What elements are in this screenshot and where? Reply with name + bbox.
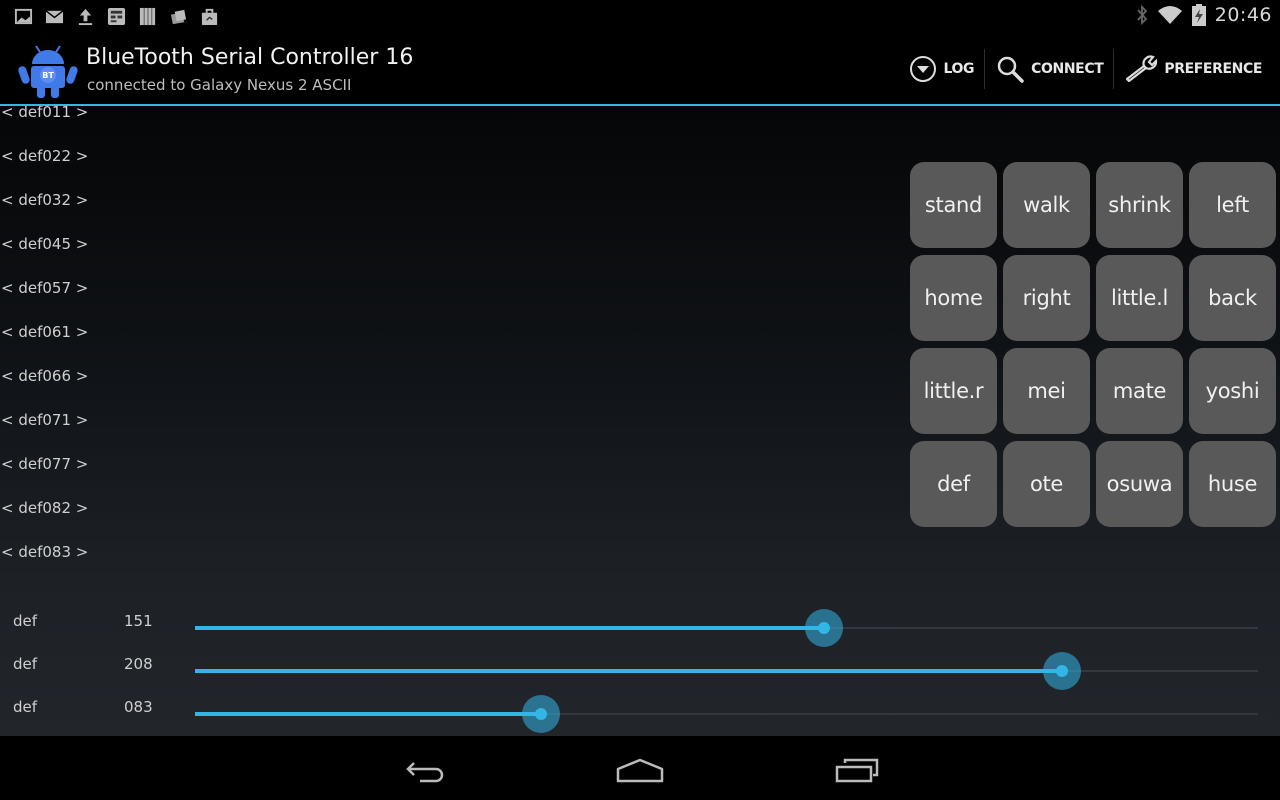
slider-thumb[interactable]: [521, 695, 560, 733]
log-label: LOG: [943, 61, 975, 77]
list-item[interactable]: < def045 >: [0, 222, 88, 266]
cmd-button-stand[interactable]: stand: [910, 162, 997, 248]
action-bar: BT BlueTooth Serial Controller 16 connec…: [0, 33, 1280, 105]
home-icon: [616, 758, 664, 783]
list-item[interactable]: < def077 >: [0, 442, 88, 486]
list-item[interactable]: < def066 >: [0, 354, 88, 398]
list-item[interactable]: < def011 >: [0, 106, 88, 134]
slider-row: def 083: [0, 692, 1280, 735]
nav-recent-apps-button[interactable]: [826, 750, 886, 790]
cmd-button-def[interactable]: def: [910, 441, 997, 527]
cmd-button-mate[interactable]: mate: [1096, 348, 1183, 434]
slider-track[interactable]: [195, 652, 1258, 690]
wifi-icon: [1157, 6, 1182, 24]
cmd-button-huse[interactable]: huse: [1189, 441, 1276, 527]
nav-back-button[interactable]: [394, 750, 454, 790]
cmd-button-right[interactable]: right: [1003, 255, 1090, 341]
back-icon: [406, 762, 444, 783]
slider-value: 151: [124, 612, 153, 630]
dropdown-circle-icon: [909, 56, 936, 82]
nav-home-button[interactable]: [610, 750, 670, 790]
system-status: 20:46: [1135, 4, 1272, 26]
app-title: BlueTooth Serial Controller 16: [86, 45, 414, 70]
slider-label: def: [13, 655, 38, 673]
list-item[interactable]: < def082 >: [0, 486, 88, 530]
cmd-button-walk[interactable]: walk: [1003, 162, 1090, 248]
slider-label: def: [13, 612, 38, 630]
slider-thumb[interactable]: [1043, 652, 1082, 690]
connect-label: CONNECT: [1031, 61, 1104, 77]
slider-value: 208: [124, 655, 153, 673]
cmd-button-shrink[interactable]: shrink: [1096, 162, 1183, 248]
gmail-icon: [45, 10, 64, 24]
upload-icon: [78, 8, 93, 26]
shopping-bag-icon: [201, 8, 218, 26]
clock: 20:46: [1214, 4, 1272, 26]
slider-fill: [195, 669, 1063, 673]
cmd-button-ote[interactable]: ote: [1003, 441, 1090, 527]
list-item[interactable]: < def061 >: [0, 310, 88, 354]
connection-subtitle: connected to Galaxy Nexus 2 ASCII: [87, 76, 352, 94]
list-item[interactable]: < def071 >: [0, 398, 88, 442]
gallery-icon: [14, 8, 33, 25]
slider-fill: [195, 626, 825, 630]
slider-value: 083: [124, 698, 153, 716]
list-item[interactable]: < def032 >: [0, 178, 88, 222]
slider-label: def: [13, 698, 38, 716]
slider-thumb[interactable]: [805, 609, 844, 647]
list-item[interactable]: < def022 >: [0, 134, 88, 178]
cmd-button-osuwa[interactable]: osuwa: [1096, 441, 1183, 527]
battery-charging-icon: [1191, 4, 1206, 26]
slider-row: def 208: [0, 649, 1280, 692]
slider-track[interactable]: [195, 609, 1258, 647]
cmd-button-left[interactable]: left: [1189, 162, 1276, 248]
list-item[interactable]: < def057 >: [0, 266, 88, 310]
cmd-button-yoshi[interactable]: yoshi: [1189, 348, 1276, 434]
list-item[interactable]: < def083 >: [0, 530, 88, 574]
log-button[interactable]: LOG: [898, 47, 985, 91]
cmd-button-back[interactable]: back: [1189, 255, 1276, 341]
wrench-icon: [1126, 55, 1158, 83]
search-icon: [997, 56, 1024, 83]
navigation-bar: [0, 736, 1280, 800]
received-list[interactable]: < def011 > < def022 > < def032 > < def04…: [0, 106, 88, 574]
slider-track[interactable]: [195, 695, 1258, 733]
cmd-button-little-r[interactable]: little.r: [910, 348, 997, 434]
cmd-button-little-l[interactable]: little.l: [1096, 255, 1183, 341]
bluetooth-icon: [1137, 5, 1147, 25]
preference-button[interactable]: PREFERENCE: [1114, 47, 1272, 91]
bt-android-icon[interactable]: BT: [16, 42, 80, 100]
barcode-icon: [139, 7, 156, 26]
connect-button[interactable]: CONNECT: [985, 47, 1113, 91]
action-menu: LOG CONNECT PREFERENCE: [898, 47, 1272, 91]
cmd-button-home[interactable]: home: [910, 255, 997, 341]
notification-icons: [14, 7, 219, 26]
cmd-button-mei[interactable]: mei: [1003, 348, 1090, 434]
market-update-icon: [170, 9, 187, 25]
slider-fill: [195, 712, 541, 716]
main-content: < def011 > < def022 > < def032 > < def04…: [0, 106, 1280, 736]
preference-label: PREFERENCE: [1164, 61, 1262, 77]
command-button-grid: stand walk shrink left home right little…: [910, 162, 1276, 527]
news-widget-icon: [107, 7, 126, 26]
slider-row: def 151: [0, 606, 1280, 649]
status-bar: 20:46: [0, 0, 1280, 33]
slider-panel: def 151 def 208 def 083: [0, 606, 1280, 735]
recent-apps-icon: [835, 758, 879, 783]
svg-text:BT: BT: [42, 71, 54, 80]
